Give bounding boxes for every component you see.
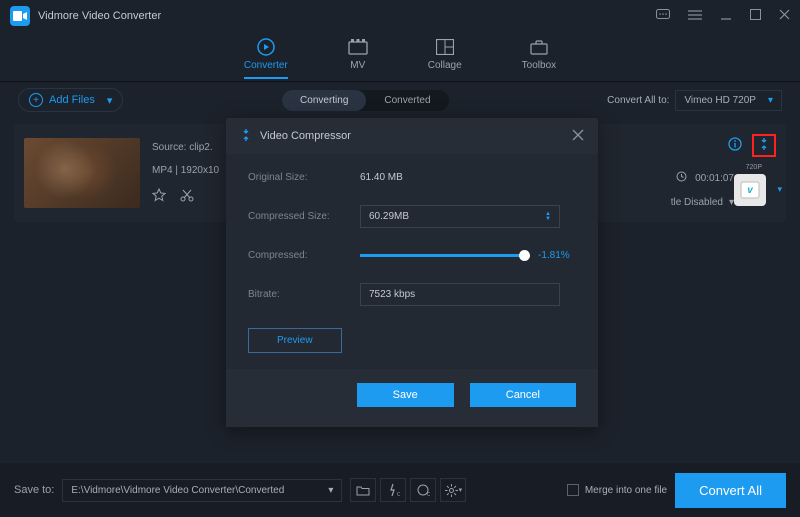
compress-icon[interactable] bbox=[752, 134, 776, 157]
open-folder-icon[interactable] bbox=[350, 478, 376, 502]
nav-toolbox[interactable]: Toolbox bbox=[522, 32, 556, 81]
compressed-size-value: 60.29MB bbox=[369, 211, 409, 222]
subtitle-value: tle Disabled bbox=[671, 197, 723, 208]
nav-label: Converter bbox=[244, 60, 288, 79]
svg-text:OFF: OFF bbox=[397, 492, 400, 497]
titlebar: Vidmore Video Converter bbox=[0, 0, 800, 32]
save-button[interactable]: Save bbox=[357, 383, 454, 407]
modal-title: Video Compressor bbox=[260, 130, 564, 142]
info-icon[interactable] bbox=[728, 137, 742, 154]
compress-icon bbox=[240, 129, 252, 144]
output-format-button[interactable]: v bbox=[734, 174, 766, 206]
convert-all-selector: Convert All to: Vimeo HD 720P ▾ bbox=[607, 90, 782, 111]
maximize-icon[interactable] bbox=[750, 9, 761, 23]
chevron-down-icon: ▾ bbox=[107, 94, 113, 107]
duration-value: 00:01:07 bbox=[695, 173, 734, 184]
slider-thumb[interactable] bbox=[519, 250, 530, 261]
conversion-tabs: Converting Converted bbox=[282, 90, 449, 111]
nav-label: Toolbox bbox=[522, 60, 556, 71]
cut-icon[interactable] bbox=[180, 188, 194, 205]
preview-button[interactable]: Preview bbox=[248, 328, 342, 353]
plus-icon: + bbox=[29, 93, 43, 107]
nav-label: Collage bbox=[428, 60, 462, 71]
convert-all-label: Convert All to: bbox=[607, 95, 669, 106]
nav-collage[interactable]: Collage bbox=[428, 32, 462, 81]
chevron-down-icon: ▾ bbox=[768, 95, 773, 106]
nav-converter[interactable]: Converter bbox=[244, 32, 288, 81]
source-value: clip2. bbox=[189, 142, 212, 153]
close-icon[interactable] bbox=[779, 9, 790, 23]
checkbox-icon bbox=[567, 484, 579, 496]
nav-mv[interactable]: MV bbox=[348, 32, 368, 81]
close-icon[interactable] bbox=[572, 128, 584, 144]
compressed-size-label: Compressed Size: bbox=[248, 211, 360, 222]
star-icon[interactable] bbox=[152, 188, 166, 205]
svg-text:OFF: OFF bbox=[427, 492, 430, 497]
settings-icon[interactable]: ▾ bbox=[440, 478, 466, 502]
merge-label: Merge into one file bbox=[585, 485, 667, 496]
tab-converted[interactable]: Converted bbox=[366, 90, 448, 111]
bottom-bar: Save to: E:\Vidmore\Vidmore Video Conver… bbox=[0, 463, 800, 517]
top-nav: Converter MV Collage Toolbox bbox=[0, 32, 800, 82]
compression-slider[interactable] bbox=[360, 254, 530, 257]
convert-all-value: Vimeo HD 720P bbox=[684, 95, 756, 106]
feedback-icon[interactable] bbox=[656, 9, 670, 24]
app-title: Vidmore Video Converter bbox=[38, 10, 656, 22]
modal-body: Original Size: 61.40 MB Compressed Size:… bbox=[226, 154, 598, 369]
video-thumbnail[interactable] bbox=[24, 138, 140, 208]
save-path-dropdown[interactable]: E:\Vidmore\Vidmore Video Converter\Conve… bbox=[62, 479, 342, 502]
compressed-label: Compressed: bbox=[248, 250, 360, 261]
nav-label: MV bbox=[350, 60, 365, 71]
chevron-down-icon: ▾ bbox=[459, 486, 463, 494]
file-right-panel: 00:01:07 tle Disabled ▾ 720P v ▾ bbox=[606, 134, 776, 208]
merge-checkbox[interactable]: Merge into one file bbox=[567, 484, 667, 496]
video-compressor-modal: Video Compressor Original Size: 61.40 MB… bbox=[226, 118, 598, 427]
cancel-button[interactable]: Cancel bbox=[470, 383, 576, 407]
original-size-value: 61.40 MB bbox=[360, 172, 403, 183]
save-path-value: E:\Vidmore\Vidmore Video Converter\Conve… bbox=[71, 485, 284, 496]
resolution-badge: 720P bbox=[746, 164, 762, 171]
chevron-down-icon[interactable]: ▾ bbox=[777, 184, 782, 195]
convert-all-dropdown[interactable]: Vimeo HD 720P ▾ bbox=[675, 90, 782, 111]
sub-bar: + Add Files ▾ Converting Converted Conve… bbox=[0, 82, 800, 118]
save-to-label: Save to: bbox=[14, 484, 54, 496]
high-speed-icon[interactable]: OFF bbox=[410, 478, 436, 502]
menu-icon[interactable] bbox=[688, 10, 702, 23]
app-logo bbox=[10, 6, 30, 26]
modal-footer: Save Cancel bbox=[226, 369, 598, 427]
add-files-button[interactable]: + Add Files ▾ bbox=[18, 88, 123, 112]
bitrate-input[interactable]: 7523 kbps bbox=[360, 283, 560, 306]
bitrate-label: Bitrate: bbox=[248, 289, 360, 300]
tab-converting[interactable]: Converting bbox=[282, 90, 366, 111]
hw-accel-icon[interactable]: OFF bbox=[380, 478, 406, 502]
chevron-down-icon: ▾ bbox=[328, 485, 333, 496]
source-label: Source: bbox=[152, 142, 186, 153]
minimize-icon[interactable] bbox=[720, 9, 732, 24]
compressed-size-input[interactable]: 60.29MB ▲ ▼ bbox=[360, 205, 560, 228]
add-files-label: Add Files bbox=[49, 94, 95, 106]
original-size-label: Original Size: bbox=[248, 172, 360, 183]
compression-percent: -1.81% bbox=[538, 250, 570, 261]
bitrate-value: 7523 kbps bbox=[369, 289, 415, 300]
stepper-down-icon[interactable]: ▼ bbox=[545, 217, 551, 222]
convert-all-button[interactable]: Convert All bbox=[675, 473, 786, 508]
modal-header: Video Compressor bbox=[226, 118, 598, 154]
clock-icon bbox=[676, 171, 687, 185]
